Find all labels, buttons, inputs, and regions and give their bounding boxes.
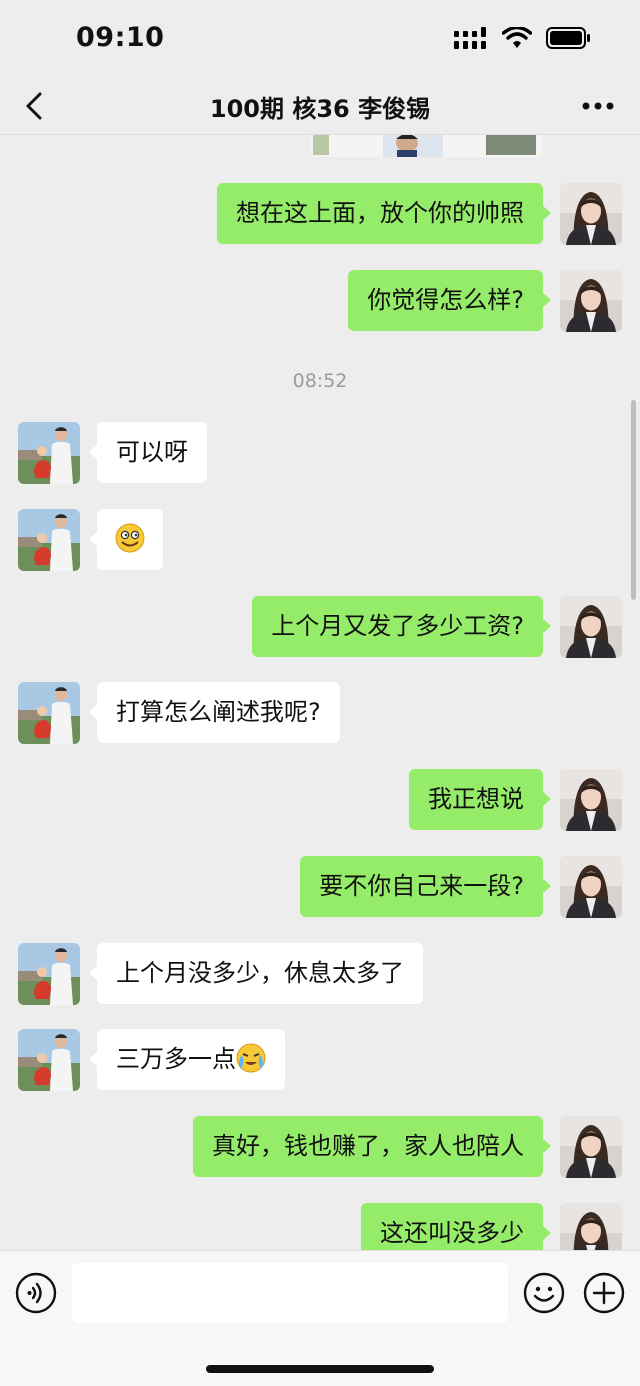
input-bar	[0, 1250, 640, 1386]
contact-avatar[interactable]	[18, 422, 80, 484]
outgoing-message-bubble[interactable]: 真好，钱也赚了，家人也陪人	[193, 1116, 551, 1177]
incoming-message-bubble[interactable]	[89, 509, 163, 570]
wifi-icon	[502, 27, 532, 48]
status-time: 09:10	[76, 22, 165, 53]
more-functions-plus-icon[interactable]	[583, 1272, 625, 1314]
my-avatar[interactable]	[560, 270, 622, 332]
my-avatar[interactable]	[560, 596, 622, 658]
incoming-message-bubble[interactable]: 可以呀	[89, 422, 207, 483]
status-bar: 09:10	[0, 0, 640, 78]
voice-input-icon[interactable]	[15, 1272, 57, 1314]
my-avatar[interactable]	[560, 856, 622, 918]
emoji-picker-icon[interactable]	[523, 1272, 565, 1314]
more-options-icon[interactable]	[578, 88, 618, 124]
outgoing-message-bubble[interactable]: 上个月又发了多少工资?	[252, 596, 551, 657]
my-avatar[interactable]	[560, 1203, 622, 1250]
grinning-emoji-icon	[115, 523, 145, 553]
outgoing-message-bubble[interactable]: 要不你自己来一段?	[300, 856, 551, 917]
message-text: 三万多一点	[116, 1045, 236, 1073]
contact-avatar[interactable]	[18, 943, 80, 1005]
outgoing-message-bubble[interactable]: 想在这上面，放个你的帅照	[217, 183, 551, 244]
message-input[interactable]	[72, 1263, 508, 1323]
outgoing-message-bubble[interactable]: 你觉得怎么样?	[348, 270, 551, 331]
contact-avatar[interactable]	[18, 509, 80, 571]
cellular-signal-icon	[454, 27, 486, 49]
contact-avatar[interactable]	[18, 1029, 80, 1091]
message-row: 这还叫没多少	[0, 1203, 640, 1250]
crying-laughing-emoji-icon	[236, 1043, 266, 1073]
message-timestamp: 08:52	[292, 370, 348, 392]
chat-header: 100期 核36 李俊锡	[0, 78, 640, 135]
outgoing-message-bubble[interactable]: 我正想说	[409, 769, 551, 830]
incoming-message-bubble[interactable]: 打算怎么阐述我呢?	[89, 682, 340, 743]
outgoing-message-bubble[interactable]: 这还叫没多少	[361, 1203, 551, 1250]
home-indicator[interactable]	[206, 1365, 434, 1373]
incoming-message-bubble[interactable]: 上个月没多少，休息太多了	[89, 943, 423, 1004]
status-icons	[454, 26, 592, 50]
my-avatar[interactable]	[560, 1116, 622, 1178]
my-avatar[interactable]	[560, 769, 622, 831]
chat-title: 100期 核36 李俊锡	[209, 95, 431, 123]
battery-icon	[546, 27, 590, 49]
incoming-message-bubble[interactable]: 三万多一点	[89, 1029, 285, 1090]
contact-avatar[interactable]	[18, 682, 80, 744]
my-avatar[interactable]	[560, 183, 622, 245]
scrollbar[interactable]	[631, 400, 636, 600]
